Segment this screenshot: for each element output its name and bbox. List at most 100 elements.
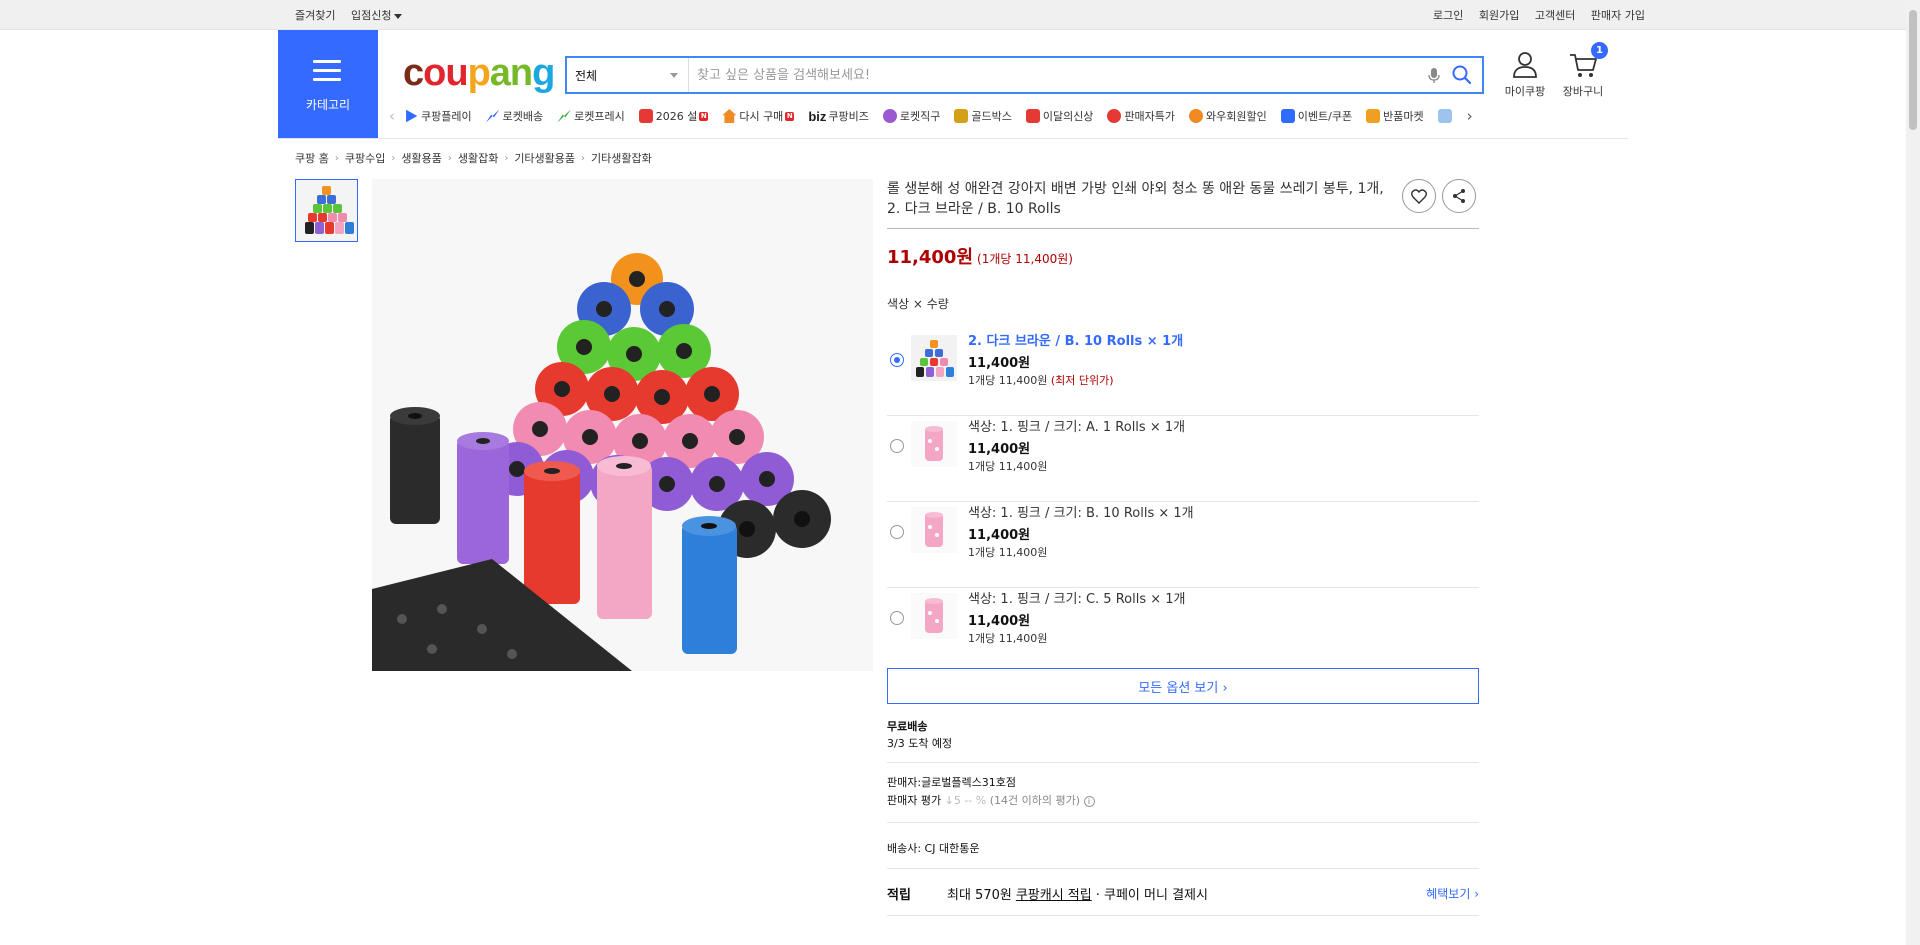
option-radio[interactable] xyxy=(890,353,904,367)
price-row: 11,400원 (1개당 11,400원) xyxy=(887,243,1479,269)
option-item[interactable]: 2. 다크 브라운 / B. 10 Rolls × 1개 11,400원 1개당… xyxy=(887,330,1479,416)
nav-item-seollal[interactable]: 2026 설N xyxy=(638,108,709,124)
breadcrumb-item[interactable]: 기타생활잡화 xyxy=(591,150,652,166)
chevron-down-icon xyxy=(670,72,678,78)
logo-part: an xyxy=(489,52,533,94)
chevron-right-icon: › xyxy=(391,152,396,164)
breadcrumb-item[interactable]: 생활잡화 xyxy=(458,150,498,166)
new-badge: N xyxy=(785,111,795,121)
microphone-icon[interactable] xyxy=(1424,65,1444,85)
user-icon xyxy=(1513,52,1537,78)
globe-icon xyxy=(882,109,897,123)
nav-item-rebuy[interactable]: 다시 구매 N xyxy=(722,108,795,124)
chevron-right-icon: › xyxy=(334,152,339,164)
signup-link[interactable]: 회원가입 xyxy=(1479,9,1519,22)
cart-button[interactable]: 1 장바구니 xyxy=(1558,42,1608,99)
breadcrumb-item[interactable]: 기타생활용품 xyxy=(514,150,575,166)
search-category-select[interactable]: 전체 xyxy=(567,58,689,92)
option-radio[interactable] xyxy=(890,439,904,453)
breadcrumb-item[interactable]: 생활용품 xyxy=(401,150,441,166)
nav-label: 골드박스 xyxy=(971,110,1012,123)
dog-waste-bag-rolls-image xyxy=(372,179,873,671)
caret-down-icon xyxy=(394,13,403,19)
top-utility-bar: 즐겨찾기 입점신청 로그인 회원가입 고객센터 판매자 가입 xyxy=(0,0,1920,30)
option-item[interactable]: 색상: 1. 핑크 / 크기: A. 1 Rolls × 1개 11,400원 … xyxy=(887,416,1479,502)
view-benefits-link[interactable]: 혜택보기 › xyxy=(1426,885,1479,902)
nav-prev-arrow-icon[interactable]: ‹ xyxy=(380,107,404,125)
product-main-image[interactable] xyxy=(372,179,873,671)
seller-rating-label: 판매자 평가 xyxy=(887,794,942,807)
nav-label: 다시 구매 xyxy=(739,110,784,123)
points-suffix: · 쿠페이 머니 결제시 xyxy=(1095,888,1208,903)
seller-rating: 판매자 평가 ↓5 -- % (14건 이하의 평가) i xyxy=(887,792,1479,810)
nav-item-rocket-fresh[interactable]: 로켓프레시 xyxy=(557,108,625,124)
favorites-link[interactable]: 즐겨찾기 xyxy=(295,9,335,22)
chevron-right-icon: › xyxy=(581,152,586,164)
nav-item-rocket-delivery[interactable]: 로켓배송 xyxy=(485,108,543,124)
breadcrumb-item[interactable]: 쿠팡수입 xyxy=(345,150,385,166)
coupang-cash-link[interactable]: 쿠팡캐시 적립 xyxy=(1016,884,1092,903)
nav-item-return-market[interactable]: 반품마켓 xyxy=(1366,108,1424,124)
nav-label: 로켓직구 xyxy=(899,110,941,123)
option-radio[interactable] xyxy=(890,611,904,625)
customer-center-link[interactable]: 고객센터 xyxy=(1535,9,1575,22)
seller-name[interactable]: 판매자:글로벌플렉스31호점 xyxy=(887,774,1479,792)
scrollbar-thumb[interactable] xyxy=(1909,10,1917,130)
seller-apply-link[interactable]: 입점신청 xyxy=(351,9,403,22)
option-unit-price: 1개당 11,400원 xyxy=(968,546,1048,559)
option-name: 색상: 1. 핑크 / 크기: B. 10 Rolls × 1개 xyxy=(968,506,1194,521)
nav-item-coupang-biz[interactable]: biz 쿠팡비즈 xyxy=(808,108,869,124)
search-icon[interactable] xyxy=(1450,63,1474,87)
option-item[interactable]: 색상: 1. 핑크 / 크기: C. 5 Rolls × 1개 11,400원 … xyxy=(887,588,1479,674)
nav-item-rocket-direct[interactable]: 로켓직구 xyxy=(882,108,941,124)
nav-label: 판매자특가 xyxy=(1124,110,1176,123)
points-max: 최대 570원 xyxy=(947,888,1012,903)
login-link[interactable]: 로그인 xyxy=(1433,9,1463,22)
search-input[interactable] xyxy=(689,67,1424,83)
nav-item-monthly-new[interactable]: 이달의신상 xyxy=(1025,108,1093,124)
wishlist-button[interactable] xyxy=(1402,179,1436,213)
nav-label: 쿠팡비즈 xyxy=(828,110,869,123)
seller-signup-link[interactable]: 판매자 가입 xyxy=(1591,9,1645,22)
rocket-fresh-icon xyxy=(557,109,572,123)
my-coupang-button[interactable]: 마이쿠팡 xyxy=(1500,50,1550,99)
market-icon xyxy=(1366,109,1381,123)
lowest-unit-badge: (최저 단위가) xyxy=(1050,374,1114,387)
nav-next-arrow-icon[interactable]: › xyxy=(1458,107,1482,125)
page-scrollbar[interactable] xyxy=(1906,0,1920,945)
product-title: 롤 생분해 성 애완견 강아지 배변 가방 인쇄 야외 청소 똥 애완 동물 쓰… xyxy=(887,181,1384,217)
percent-icon xyxy=(1107,109,1122,123)
category-button[interactable]: 카테고리 xyxy=(278,30,378,138)
nav-item-seller-deals[interactable]: 판매자특가 xyxy=(1107,108,1175,124)
search-category-value: 전체 xyxy=(575,68,598,83)
option-name: 색상: 1. 핑크 / 크기: A. 1 Rolls × 1개 xyxy=(968,420,1186,435)
nav-label: 이벤트/쿠폰 xyxy=(1297,110,1353,123)
option-unit-price: 1개당 11,400원 xyxy=(968,632,1048,645)
rebuy-icon xyxy=(722,109,737,123)
nav-item-coupang-play[interactable]: 쿠팡플레이 xyxy=(404,108,472,124)
logo-part: p xyxy=(467,52,491,94)
product-thumbnail[interactable] xyxy=(295,179,358,242)
info-icon[interactable]: i xyxy=(1083,795,1095,807)
rocket-icon xyxy=(485,109,500,123)
wow-icon xyxy=(1189,109,1204,123)
nav-item-wow-discount[interactable]: 와우회원할인 xyxy=(1189,108,1267,124)
option-price: 11,400원 xyxy=(968,528,1031,543)
option-price: 11,400원 xyxy=(968,614,1031,629)
play-icon xyxy=(406,109,418,123)
share-button[interactable] xyxy=(1442,179,1476,213)
breadcrumb-item[interactable]: 쿠팡 홈 xyxy=(295,150,329,166)
seller-rating-note: (14건 이하의 평가) xyxy=(989,794,1081,807)
product-info: 롤 생분해 성 애완견 강아지 배변 가방 인쇄 야외 청소 똥 애완 동물 쓰… xyxy=(887,179,1479,916)
nav-item-events-coupons[interactable]: 이벤트/쿠폰 xyxy=(1280,108,1353,124)
option-thumbnail xyxy=(911,421,957,467)
heart-icon xyxy=(1411,188,1427,204)
option-radio[interactable] xyxy=(890,525,904,539)
option-unit-price: 1개당 11,400원 (최저 단위가) xyxy=(968,372,1114,388)
biz-icon: biz xyxy=(808,108,827,124)
coupang-logo[interactable]: coupang xyxy=(403,52,555,95)
option-list: 2. 다크 브라운 / B. 10 Rolls × 1개 11,400원 1개당… xyxy=(887,330,1479,674)
option-item[interactable]: 색상: 1. 핑크 / 크기: B. 10 Rolls × 1개 11,400원… xyxy=(887,502,1479,588)
carrier-info: 배송사: CJ 대한통운 xyxy=(887,823,1479,869)
nav-item-gold-box[interactable]: 골드박스 xyxy=(954,108,1012,124)
